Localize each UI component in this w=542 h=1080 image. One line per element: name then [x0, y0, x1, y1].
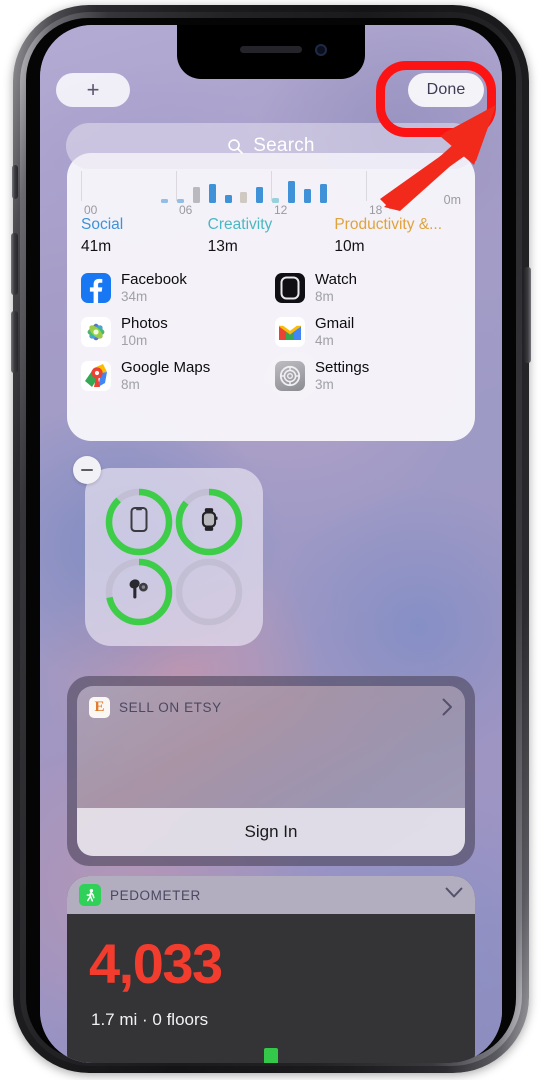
pedometer-detail: 1.7 mi · 0 floors — [91, 1010, 209, 1029]
category-name: Creativity — [207, 216, 273, 233]
app-usage-time: 4m — [315, 333, 334, 348]
pedometer-header: PEDOMETER — [67, 876, 475, 914]
chart-bar — [319, 183, 327, 203]
chart-gridline — [176, 171, 177, 201]
app-name: Settings — [315, 359, 370, 376]
facebook-icon — [81, 273, 111, 303]
phone-frame: + Done Search 0m 00 06 12 18 Social 41m … — [11, 5, 531, 1073]
done-button-label: Done — [426, 81, 466, 98]
battery-ring-iphone — [103, 486, 175, 558]
gmail-icon — [275, 317, 305, 347]
app-name: Photos — [121, 315, 168, 332]
watch-icon — [275, 273, 305, 303]
airpods-icon — [128, 578, 150, 607]
walking-person-icon — [79, 884, 101, 906]
app-name: Facebook — [121, 271, 187, 288]
done-button[interactable]: Done — [408, 73, 484, 107]
battery-widget[interactable] — [73, 456, 263, 646]
app-usage-time: 8m — [121, 377, 140, 392]
chart-bar — [303, 189, 311, 203]
etsy-card: E SELL ON ETSY Sign In — [77, 686, 465, 856]
app-usage-time: 34m — [121, 289, 148, 304]
etsy-icon: E — [89, 696, 110, 718]
app-usage-time: 8m — [315, 289, 334, 304]
battery-ring-empty-ring — [173, 556, 245, 628]
category-time: 41m — [81, 238, 112, 255]
screen-time-app-item[interactable]: Settings 3m — [275, 359, 461, 393]
app-usage-time: 10m — [121, 333, 148, 348]
screen-time-category: Productivity &... 10m — [334, 215, 461, 257]
apple-watch-icon — [200, 508, 219, 537]
screen-time-app-item[interactable]: Watch 8m — [275, 271, 461, 305]
category-name: Productivity &... — [334, 216, 443, 233]
front-camera-icon — [315, 44, 327, 56]
chart-gridline — [81, 171, 82, 201]
search-icon — [228, 138, 244, 154]
screen-time-widget[interactable]: 0m 00 06 12 18 Social 41m Creativity 13m Produc… — [67, 153, 475, 441]
search-input[interactable]: Search — [66, 123, 476, 169]
app-usage-time: 3m — [315, 377, 334, 392]
pedometer-title: PEDOMETER — [110, 887, 201, 903]
chart-gridline — [271, 171, 272, 201]
etsy-widget[interactable]: E SELL ON ETSY Sign In — [67, 676, 475, 866]
app-name: Google Maps — [121, 359, 211, 376]
notch — [177, 25, 365, 79]
app-name: Gmail — [315, 315, 355, 332]
chart-bar — [240, 192, 248, 203]
etsy-header: E SELL ON ETSY — [77, 686, 465, 728]
remove-widget-button[interactable] — [73, 456, 101, 484]
silent-switch[interactable] — [12, 165, 18, 199]
pedometer-widget[interactable]: PEDOMETER 4,033 1.7 mi · 0 floors — [67, 876, 475, 1063]
search-placeholder: Search — [253, 135, 315, 156]
chevron-down-icon[interactable] — [445, 887, 463, 899]
chart-bar — [192, 186, 200, 203]
pedometer-activity-bar — [264, 1048, 278, 1063]
phone-screen: + Done Search 0m 00 06 12 18 Social 41m … — [40, 25, 502, 1063]
app-name: Watch — [315, 271, 357, 288]
screen-time-app-item[interactable]: Gmail 4m — [275, 315, 461, 349]
widget-stack: 0m 00 06 12 18 Social 41m Creativity 13m Produc… — [40, 25, 502, 1063]
plus-icon: + — [86, 77, 100, 102]
chart-bar — [224, 194, 232, 203]
etsy-title: SELL ON ETSY — [119, 699, 222, 715]
earpiece-speaker — [240, 46, 302, 53]
power-button[interactable] — [524, 267, 531, 363]
screen-time-categories: Social 41m Creativity 13m Productivity &... 1… — [67, 215, 475, 257]
chart-bar — [208, 183, 216, 203]
chevron-right-icon[interactable] — [442, 698, 453, 716]
chart-bar — [256, 186, 264, 203]
photos-icon — [81, 317, 111, 347]
battery-ring-airpods — [103, 556, 175, 628]
chart-bar — [287, 181, 295, 203]
volume-down-button[interactable] — [11, 311, 18, 373]
screen-time-app-item[interactable]: Facebook 34m — [81, 271, 267, 305]
category-time: 13m — [207, 238, 238, 255]
etsy-sign-in-label: Sign In — [244, 822, 298, 841]
chart-bar — [161, 199, 169, 203]
settings-icon — [275, 361, 305, 391]
category-name: Social — [81, 216, 124, 233]
screen-time-chart: 0m 00 06 12 18 — [67, 171, 475, 219]
etsy-sign-in-button[interactable]: Sign In — [77, 808, 465, 856]
minus-icon — [81, 468, 93, 472]
battery-ring-apple-watch — [173, 486, 245, 558]
pedometer-step-count: 4,033 — [89, 932, 223, 995]
screen-time-app-item[interactable]: Photos 10m — [81, 315, 267, 349]
screen-time-app-item[interactable]: Google Maps 8m — [81, 359, 267, 393]
iphone-icon — [130, 507, 148, 537]
category-time: 10m — [334, 238, 365, 255]
screen-time-category: Creativity 13m — [208, 215, 335, 257]
add-widget-button[interactable]: + — [56, 73, 130, 107]
chart-gridline — [366, 171, 367, 201]
screen-time-category: Social 41m — [81, 215, 208, 257]
volume-up-button[interactable] — [11, 233, 18, 295]
screen-time-total: 0m — [443, 193, 461, 207]
screen-time-app-list: Facebook 34m Watch 8m Photos 10m Gmail 4m Google… — [67, 271, 475, 393]
google-maps-icon — [81, 361, 111, 391]
